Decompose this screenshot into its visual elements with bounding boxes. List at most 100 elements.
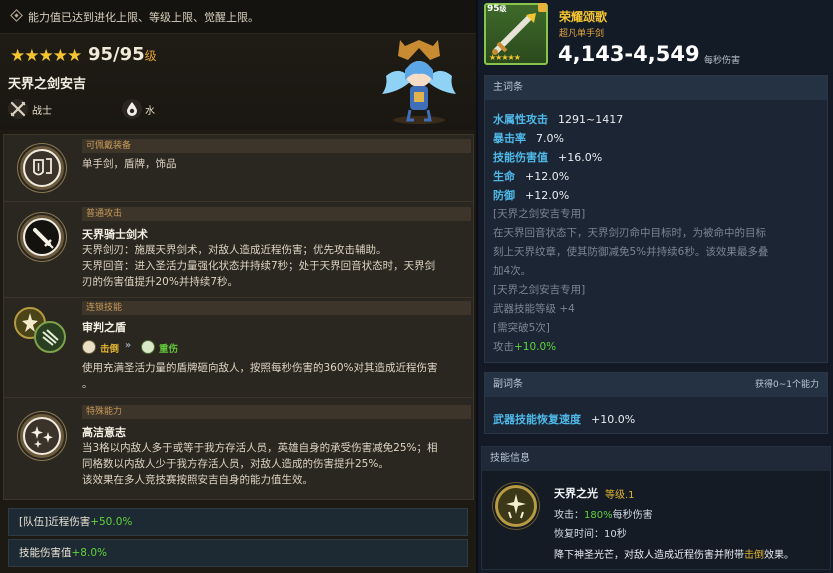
main-options-header: 主词条	[485, 76, 827, 100]
section-divider	[4, 397, 473, 398]
exclusive-label: [天界之剑安吉专用]	[493, 284, 586, 296]
sub-stat-row: 武器技能恢复速度 +10.0%	[493, 411, 635, 427]
bonus-label: 技能伤害值	[19, 547, 72, 559]
skill-attack-suffix: 每秒伤害	[612, 510, 653, 521]
bonus-value: +50.0%	[90, 516, 133, 528]
hero-element-label: 水	[145, 106, 155, 117]
exclusive-line: 刻上天界纹章，使其防御减免5%并持续6秒。该效果最多叠	[493, 246, 769, 258]
exclusive-effect-text: [天界之剑安吉专用] 在天界回音状态下，天界剑刃命中目标时，为被命中的目标 刻上…	[493, 205, 825, 357]
skill-desc-keyword: 击倒	[744, 550, 764, 561]
equip-text: 单手剑，盾牌，饰品	[82, 158, 177, 170]
skill-recovery-label: 恢复时间：	[554, 529, 604, 540]
sparkle-special-icon	[20, 414, 64, 458]
hero-level-value: 95/95	[88, 44, 145, 65]
special-ability-line: 当3格以内敌人多于或等于我方存活人员，英雄自身的承受伤害减免25%；相	[82, 442, 438, 454]
skill-recovery-line: 恢复时间：10秒	[554, 525, 627, 540]
bonus-value: +8.0%	[71, 547, 107, 559]
hero-name: 天界之剑安吉	[8, 77, 87, 92]
exclusive-line: 在天界回音状态下，天界剑刃命中目标时，为被命中的目标	[493, 227, 766, 239]
chain-skill-text: 使用充满圣活力量的盾牌砸向敌人，按照每秒伤害的360%对其造成近程伤害 。	[82, 360, 467, 392]
hero-portrait	[378, 36, 460, 126]
skill-name: 天界之光	[554, 487, 598, 500]
exclusive-label: [天界之剑安吉专用]	[493, 208, 586, 220]
chain-skill-line: 使用充满圣活力量的盾牌砸向敌人，按照每秒伤害的360%对其造成近程伤害	[82, 362, 438, 374]
weapon-damage-label: 每秒伤害	[704, 56, 741, 66]
weapon-level: 95级	[487, 4, 507, 14]
stat-value: +10.0%	[591, 413, 636, 426]
stat-key: 防御	[493, 189, 515, 202]
attack-bonus-label: 攻击	[493, 341, 514, 353]
normal-attack-line: 刃的伤害值提升20%并持续7秒。	[82, 276, 239, 288]
sub-options-box: 副词条 获得0~1个能力 武器技能恢复速度 +10.0%	[484, 372, 828, 434]
main-options-box: 主词条 水属性攻击 1291~1417 暴击率 7.0% 技能伤害值 +16.0% 生…	[484, 75, 828, 363]
stat-key: 水属性攻击	[493, 113, 548, 126]
normal-attack-line: 天界回音：进入圣活力量强化状态并持续7秒；处于天界回音状态时，天界剑	[82, 260, 436, 272]
attack-bonus-line: 攻击+10.0%	[493, 338, 825, 357]
crossed-swords-icon	[8, 99, 28, 119]
sub-options-gain: 获得0~1个能力	[755, 380, 819, 390]
special-ability-text: 当3格以内敌人多于或等于我方存活人员，英雄自身的承受伤害减免25%；相 同格数以…	[82, 440, 467, 488]
section-divider	[4, 297, 473, 298]
stat-value: +12.0%	[525, 170, 570, 183]
hero-stars: ★★★★★	[10, 46, 82, 66]
stat-key: 暴击率	[493, 132, 526, 145]
heavy-wound-tag: 重伤	[159, 344, 179, 355]
knockdown-tag: 击倒	[100, 344, 120, 355]
exclusive-line: 加4次。	[493, 265, 532, 277]
main-stat-row: 防御 +12.0%	[493, 187, 569, 203]
weapon-damage: 4,143-4,549	[558, 42, 700, 66]
chain-skill-header: 连锁技能	[82, 301, 471, 315]
section-divider	[4, 201, 473, 202]
skill-attack-value: 180%	[584, 510, 613, 521]
hero-level: 95/95级	[88, 44, 157, 65]
chain-arrow: »	[125, 340, 132, 351]
skill-desc-suffix: 效果。	[764, 550, 794, 561]
limit-break-line: [需突破5次]	[493, 322, 550, 334]
special-ability-line: 同格数以内敌人少于我方存活人员，对敌人造成的伤害提升25%。	[82, 458, 389, 470]
normal-attack-header: 普通攻击	[82, 207, 471, 221]
chain-skill-line: 。	[82, 378, 93, 390]
special-ability-title: 高洁意志	[82, 426, 126, 439]
weapon-type: 超凡单手剑	[559, 29, 605, 39]
stat-value: +16.0%	[558, 151, 603, 164]
stat-key: 生命	[493, 170, 515, 183]
stat-key: 武器技能恢复速度	[493, 413, 581, 426]
main-stat-row: 生命 +12.0%	[493, 168, 569, 184]
heavy-wound-tag-icon	[141, 340, 155, 354]
lock-badge-icon	[538, 3, 547, 12]
water-drop-icon	[122, 99, 142, 119]
skill-info-header: 技能信息	[482, 447, 830, 471]
special-ability-line: 该效果在多人竞技赛按照安吉自身的能力值生效。	[82, 474, 313, 486]
skill-desc-prefix: 降下神圣光芒，对敌人造成近程伤害并附带	[554, 550, 744, 561]
weapon-level-value: 95	[487, 4, 500, 14]
attack-bonus-value: +10.0%	[514, 341, 557, 353]
hero-level-unit: 级	[144, 49, 157, 63]
skill-description: 降下神圣光芒，对敌人造成近程伤害并附带击倒效果。	[554, 546, 794, 561]
chain-skill-icon-2	[34, 321, 66, 353]
special-ability-header: 特殊能力	[82, 405, 471, 419]
main-stat-row: 水属性攻击 1291~1417	[493, 111, 623, 127]
stat-value: 1291~1417	[558, 113, 624, 126]
shield-equip-icon	[20, 146, 64, 190]
sword-attack-icon	[20, 215, 64, 259]
skill-recovery-value: 10秒	[604, 529, 627, 540]
hero-skill-sections: 可佩戴装备 单手剑，盾牌，饰品 普通攻击 天界骑士剑术 天界剑刃：施展天界剑术，…	[3, 134, 474, 500]
weapon-skill-level-line: 武器技能等级 +4	[493, 303, 575, 315]
holy-light-skill-icon	[495, 485, 537, 527]
stat-value: +12.0%	[525, 189, 570, 202]
limit-notice-bar: 能力值已达到进化上限、等级上限、觉醒上限。	[0, 0, 476, 34]
knockdown-tag-icon	[82, 340, 96, 354]
diamond-icon	[10, 9, 23, 22]
skill-attack-line: 攻击：180%每秒伤害	[554, 506, 653, 521]
team-bonus-row: [队伍]近程伤害+50.0%	[8, 508, 468, 536]
hero-class-label: 战士	[32, 106, 52, 117]
normal-attack-title: 天界骑士剑术	[82, 228, 148, 241]
stat-key: 技能伤害值	[493, 151, 548, 164]
skill-bonus-row: 技能伤害值+8.0%	[8, 539, 468, 567]
normal-attack-text: 天界剑刃：施展天界剑术，对敌人造成近程伤害；优先攻击辅助。 天界回音：进入圣活力…	[82, 242, 467, 290]
skill-attack-label: 攻击：	[554, 510, 584, 521]
equip-header: 可佩戴装备	[82, 139, 471, 153]
skill-level: 等级.1	[605, 490, 635, 501]
main-stat-row: 技能伤害值 +16.0%	[493, 149, 602, 165]
weapon-stars: ★★★★★	[489, 53, 521, 62]
